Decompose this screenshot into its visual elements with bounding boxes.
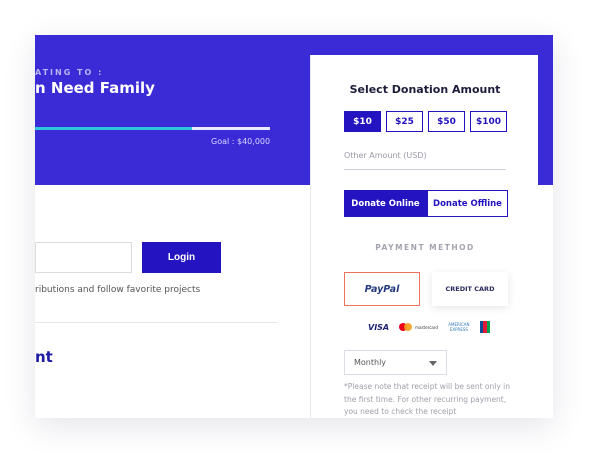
campaign-title: n Need Family	[35, 79, 155, 97]
frequency-select[interactable]: Monthly	[344, 350, 447, 375]
amount-50-button[interactable]: $50	[428, 111, 465, 132]
other-amount-input[interactable]: Other Amount (USD)	[344, 151, 506, 170]
progress-bar	[35, 127, 270, 130]
credit-card-option[interactable]: CREDIT CARD	[432, 272, 508, 306]
amount-25-button[interactable]: $25	[386, 111, 423, 132]
amount-100-button[interactable]: $100	[470, 111, 507, 132]
donate-online-tab[interactable]: Donate Online	[344, 190, 427, 217]
app-frame: ATING TO : n Need Family Goal : $40,000 …	[35, 35, 553, 418]
login-input[interactable]	[35, 242, 132, 273]
paypal-option[interactable]: PayPal	[344, 272, 420, 306]
payment-method-label: PAYMENT METHOD	[375, 243, 475, 252]
donating-to-label: ATING TO :	[35, 68, 104, 77]
amount-10-button[interactable]: $10	[344, 111, 381, 132]
frequency-value: Monthly	[354, 358, 387, 367]
chevron-down-icon	[429, 361, 437, 366]
paypal-logo: PayPal	[364, 283, 400, 295]
goal-text: Goal : $40,000	[211, 137, 271, 146]
mastercard-icon: mastercard	[399, 323, 438, 331]
progress-fill	[35, 127, 193, 130]
amex-icon: AMERICAN EXPRESS	[448, 322, 470, 332]
donation-title: Select Donation Amount	[349, 83, 501, 96]
receipt-note: *Please note that receipt will be sent o…	[344, 382, 511, 416]
donate-offline-tab[interactable]: Donate Offline	[427, 190, 508, 217]
login-helper-text: ributions and follow favorite projects	[35, 285, 201, 295]
jcb-icon	[479, 321, 490, 333]
section-heading: nt	[35, 348, 53, 366]
visa-icon: VISA	[368, 322, 390, 332]
card-logos: VISA mastercard AMERICAN EXPRESS	[368, 320, 490, 334]
donation-panel: Select Donation Amount $10 $25 $50 $100 …	[310, 55, 538, 418]
login-button[interactable]: Login	[142, 242, 221, 273]
divider	[35, 322, 277, 323]
